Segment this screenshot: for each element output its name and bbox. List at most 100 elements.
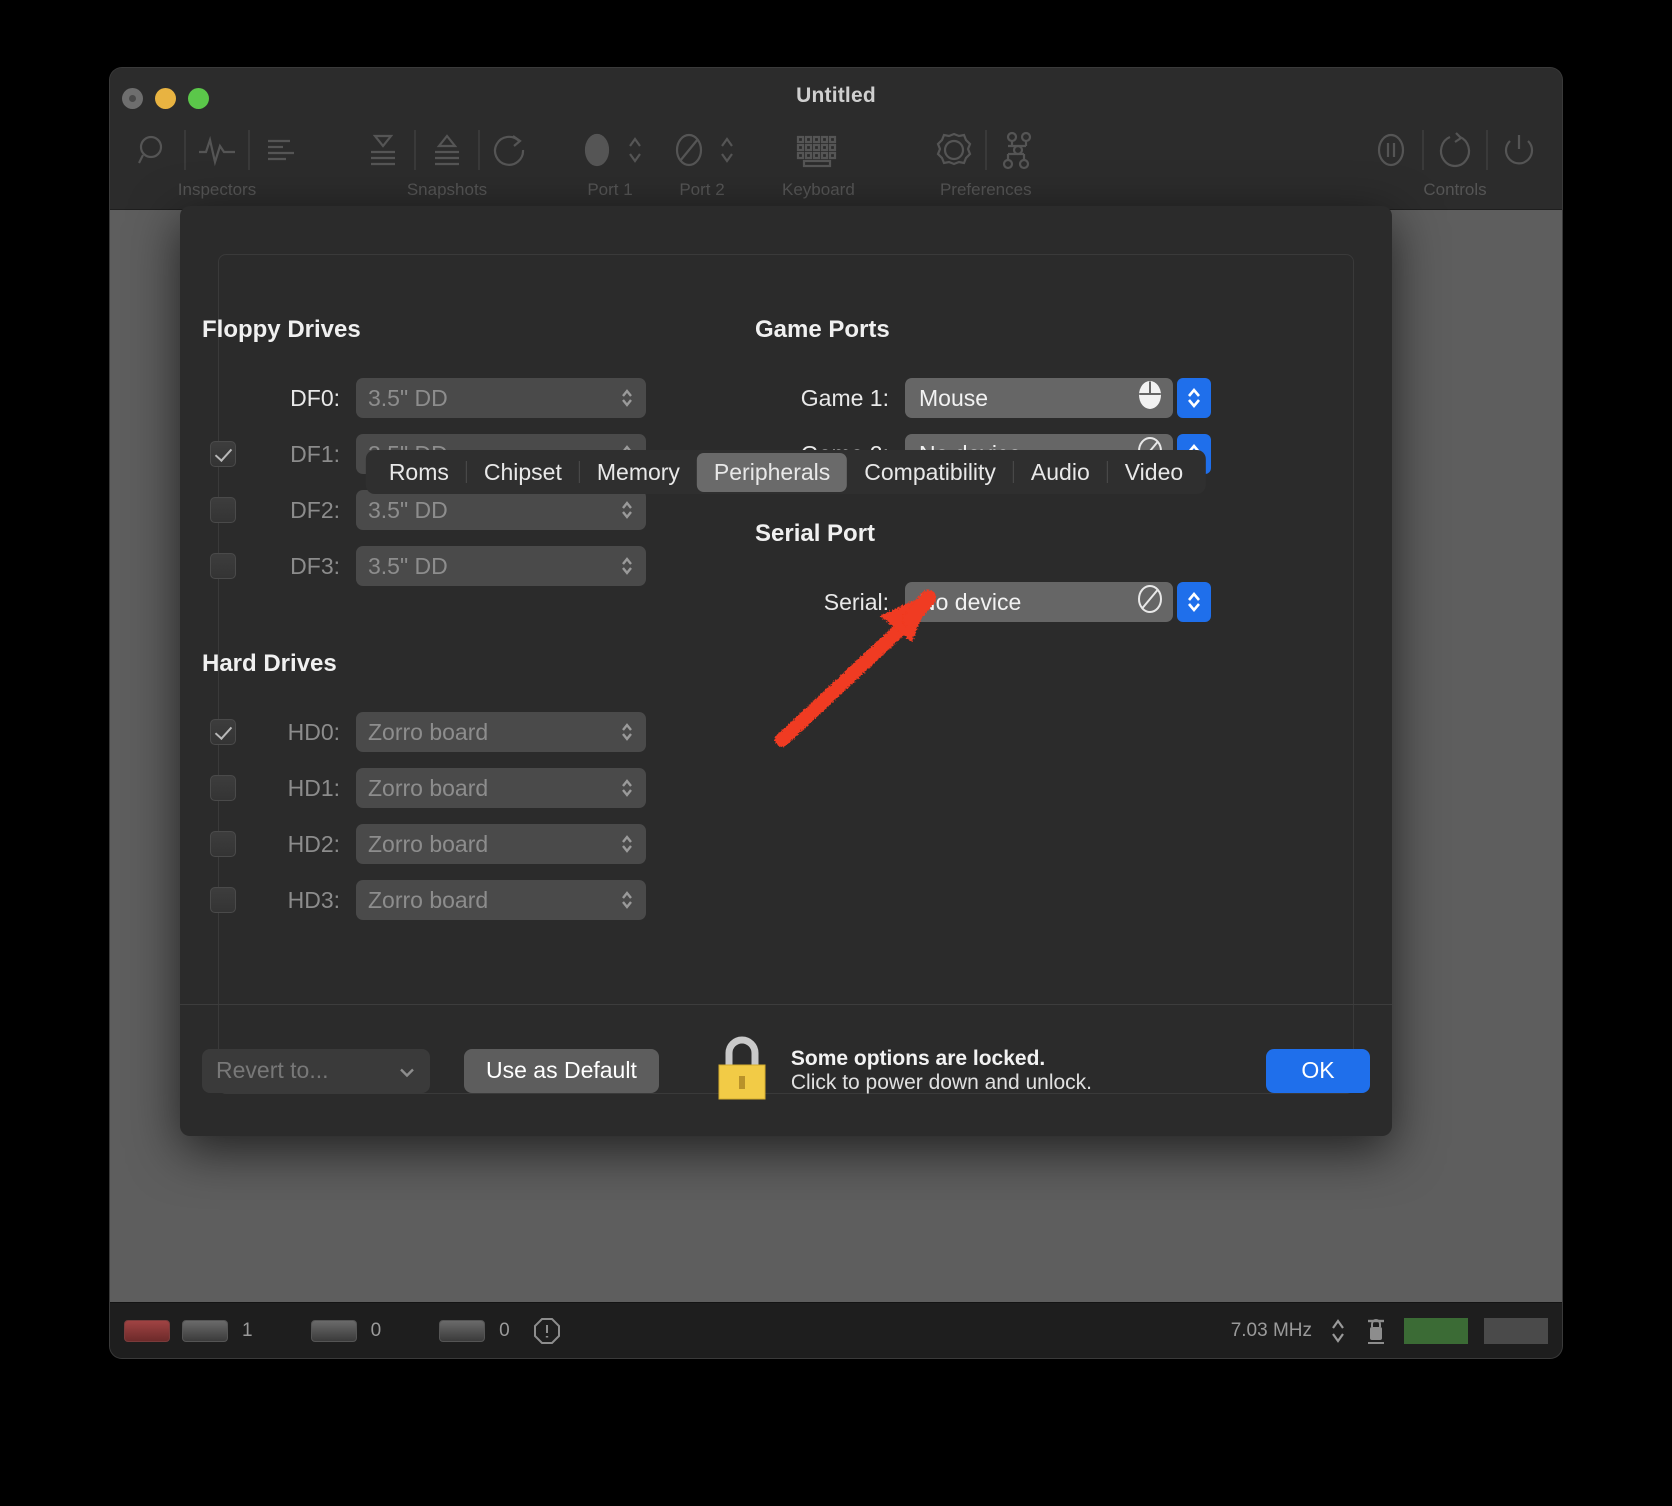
use-as-default-label: Use as Default — [486, 1057, 637, 1083]
hd-row-hd3: HD3: Zorro board — [202, 872, 740, 928]
gear-icon[interactable] — [929, 124, 979, 176]
toolbar-divider — [414, 130, 416, 170]
floppy-label-df0: DF0: — [290, 384, 340, 411]
revert-to-dropdown[interactable]: Revert to... — [202, 1048, 430, 1093]
tab-compatibility[interactable]: Compatibility — [847, 453, 1013, 492]
save-snapshot-icon[interactable] — [358, 124, 408, 176]
tab-peripherals[interactable]: Peripherals — [696, 452, 848, 492]
no-device-icon[interactable] — [664, 124, 714, 176]
hd-label-hd1: HD1: — [287, 774, 340, 801]
hd-type-hd2[interactable]: Zorro board — [356, 824, 646, 864]
hd-type-hd0[interactable]: Zorro board — [356, 712, 646, 752]
checkbox-slot — [202, 497, 236, 523]
other-value: 0 — [499, 1319, 510, 1341]
magnifier-icon[interactable] — [128, 124, 178, 176]
gameport-stepper-1[interactable] — [1177, 378, 1211, 418]
checkbox-slot — [202, 775, 236, 801]
floppy-label-df1: DF1: — [290, 440, 340, 467]
power-indicator — [1404, 1317, 1468, 1344]
toolbar-divider — [184, 130, 186, 170]
toolbar-group-snapshots: Snapshots — [358, 122, 536, 200]
gameport-device-1[interactable]: Mouse — [905, 378, 1173, 418]
toolbar-group-port2[interactable]: Port 2 — [664, 122, 740, 200]
floppy-type-df2[interactable]: 3.5" DD — [356, 490, 646, 530]
floppy-enable-df2[interactable] — [210, 497, 236, 523]
serial-device-value: No device — [919, 588, 1022, 615]
tab-video[interactable]: Video — [1108, 453, 1200, 492]
restore-snapshot-icon[interactable] — [422, 124, 472, 176]
padlock-icon[interactable] — [711, 1033, 773, 1108]
mouse-icon[interactable] — [572, 124, 622, 176]
floppy-enable-df1[interactable] — [210, 441, 236, 467]
use-as-default-button[interactable]: Use as Default — [464, 1048, 659, 1093]
lock-icon[interactable] — [1364, 1316, 1388, 1346]
updown-chevron-icon — [620, 721, 634, 743]
toolbar-group-inspectors: Inspectors — [128, 122, 306, 200]
config-nodes-icon[interactable] — [993, 124, 1043, 176]
gameport-device-value-1: Mouse — [919, 384, 989, 411]
screen: Untitled Inspectors Snapshots Port 1 Por… — [0, 0, 1672, 1506]
list-icon[interactable] — [256, 124, 306, 176]
mouse-icon — [1137, 380, 1163, 416]
tab-chipset[interactable]: Chipset — [467, 453, 579, 492]
tab-roms[interactable]: Roms — [372, 453, 466, 492]
hd-row-hd0: HD0: Zorro board — [202, 704, 740, 760]
toolbar-group-keyboard[interactable]: Keyboard — [782, 122, 855, 200]
toolbar-divider — [478, 130, 480, 170]
sheet-footer: Revert to... Use as Default Some options… — [180, 1004, 1392, 1136]
window-title: Untitled — [796, 84, 876, 107]
toolbar-divider — [1422, 130, 1424, 170]
checkbox-slot — [202, 887, 236, 913]
warning-octagon-icon[interactable] — [532, 1316, 562, 1346]
tab-memory[interactable]: Memory — [580, 453, 697, 492]
gameport-label-1: Game 1: — [800, 384, 889, 411]
power-led-icon — [124, 1319, 170, 1342]
hd-enable-hd0[interactable] — [210, 719, 236, 745]
floppy-label-df2: DF2: — [290, 496, 340, 523]
updown-chevron-icon[interactable] — [714, 124, 740, 176]
lock-notice[interactable]: Some options are locked. Click to power … — [711, 1033, 1092, 1108]
updown-chevron-icon — [620, 889, 634, 911]
clock-stepper[interactable] — [1328, 1315, 1348, 1347]
toolbar-divider — [984, 130, 987, 170]
hd-type-value: Zorro board — [368, 718, 489, 745]
power-icon[interactable] — [1494, 124, 1544, 176]
updown-chevron-icon — [620, 555, 634, 577]
column-left: Floppy Drives DF0: 3.5" DD DF1: DF2: 3.5… — [180, 316, 740, 928]
floppy-type-df3[interactable]: 3.5" DD — [356, 546, 646, 586]
hd-label-hd3: HD3: — [287, 886, 340, 913]
checkbox-slot — [202, 553, 236, 579]
hd-led-icon — [310, 1319, 357, 1342]
hd-row-hd1: HD1: Zorro board — [202, 760, 740, 816]
floppy-type-value: 3.5" DD — [368, 552, 448, 579]
revert-icon[interactable] — [486, 124, 536, 176]
updown-chevron-icon[interactable] — [622, 124, 648, 176]
ok-button[interactable]: OK — [1266, 1048, 1370, 1093]
hd-type-hd3[interactable]: Zorro board — [356, 880, 646, 920]
pause-icon[interactable] — [1366, 124, 1416, 176]
tab-audio[interactable]: Audio — [1014, 453, 1107, 492]
floppy-type-value: 3.5" DD — [368, 496, 448, 523]
reset-icon[interactable] — [1430, 124, 1480, 176]
floppy-label-df3: DF3: — [290, 552, 340, 579]
floppy-enable-df3[interactable] — [210, 553, 236, 579]
hd-enable-hd2[interactable] — [210, 831, 236, 857]
keyboard-icon[interactable] — [787, 124, 849, 176]
configuration-sheet: Roms Chipset Memory Peripherals Compatib… — [180, 206, 1392, 1136]
floppy-type-df0[interactable]: 3.5" DD — [356, 378, 646, 418]
serial-port-heading: Serial Port — [755, 520, 876, 547]
toolbar-label: Inspectors — [177, 180, 257, 199]
window-toolbar: Inspectors Snapshots Port 1 Port 2 Keybo… — [110, 122, 1562, 200]
hd-label-hd2: HD2: — [287, 830, 340, 857]
toolbar-label: Snapshots — [406, 180, 488, 199]
toolbar-group-port1[interactable]: Port 1 — [572, 122, 648, 200]
waveform-icon[interactable] — [192, 124, 242, 176]
serial-stepper[interactable] — [1177, 582, 1211, 622]
serial-device[interactable]: No device — [905, 582, 1173, 622]
hd-type-hd1[interactable]: Zorro board — [356, 768, 646, 808]
floppy-row-df0: DF0: 3.5" DD — [202, 370, 740, 426]
toolbar-label: Keyboard — [782, 180, 855, 199]
hd-enable-hd1[interactable] — [210, 775, 236, 801]
toolbar-label: Preferences — [939, 180, 1032, 199]
hd-enable-hd3[interactable] — [210, 887, 236, 913]
